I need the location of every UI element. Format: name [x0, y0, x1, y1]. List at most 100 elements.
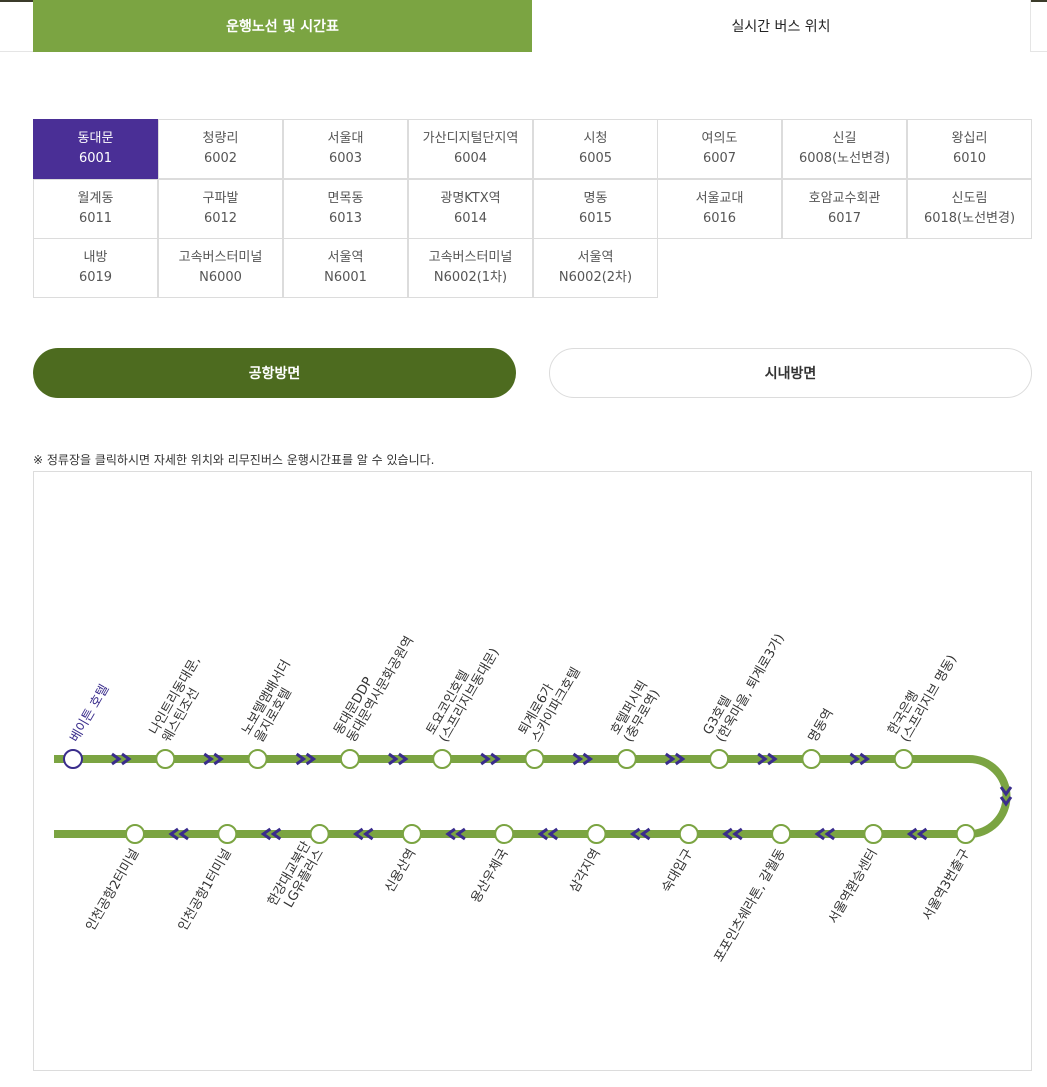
stop-label[interactable]: 신용산역	[382, 847, 419, 896]
route-cell[interactable]: 서울대 6003	[283, 119, 408, 179]
route-cell[interactable]: 광명KTX역 6014	[408, 179, 533, 239]
airport-direction-button[interactable]: 공항방면	[33, 348, 516, 398]
route-code: 6007	[702, 151, 737, 166]
route-name: 명동	[583, 191, 608, 206]
route-cell[interactable]: 가산디지털단지역 6004	[408, 119, 533, 179]
stop-label-line: (한옥마을, 퇴계로3가)	[714, 632, 788, 745]
tab-schedule[interactable]: 운행노선 및 시간표	[33, 0, 532, 52]
stop-label[interactable]: 명동역	[806, 706, 837, 745]
stop-marker[interactable]	[309, 824, 330, 844]
route-cell[interactable]: 고속버스터미널 N6000	[158, 238, 283, 298]
current-stop-marker[interactable]	[63, 749, 83, 769]
route-code: 6012	[203, 211, 238, 226]
route-name: 광명KTX역	[440, 191, 501, 206]
stop-marker[interactable]	[616, 749, 637, 769]
stop-label[interactable]: 토요코인호텔(스프리지브동대문)	[424, 638, 503, 745]
stop-marker[interactable]	[155, 749, 176, 769]
tab-bar: 운행노선 및 시간표 실시간 버스 위치	[0, 0, 1047, 52]
stop-label[interactable]: 한국은행(스프리지브 명동)	[884, 645, 960, 745]
info-note: ※ 정류장을 클릭하시면 자세한 위치와 리무진버스 운행시간표를 알 수 있습…	[33, 453, 435, 467]
route-code: 6018(노선변경)	[923, 211, 1016, 226]
route-code: 6010	[952, 151, 987, 166]
route-name: 고속버스터미널	[428, 250, 513, 265]
stop-marker[interactable]	[125, 824, 145, 844]
stop-marker[interactable]	[709, 749, 730, 769]
stop-marker[interactable]	[524, 749, 545, 769]
stop-marker[interactable]	[801, 749, 822, 769]
stop-marker[interactable]	[678, 824, 699, 844]
route-cell[interactable]: 신도림 6018(노선변경)	[907, 179, 1032, 239]
stop-label[interactable]: 인천공항2터미널	[83, 847, 142, 934]
route-cell[interactable]: 면목동 6013	[283, 179, 408, 239]
stop-label[interactable]: 포포인츠쉐라톤, 갈월동	[712, 846, 789, 964]
route-name: 신도림	[951, 191, 988, 206]
route-code: 6005	[578, 151, 613, 166]
stop-label-line: 숙대입구	[659, 846, 696, 895]
stop-label-line: 신용산역	[382, 847, 419, 896]
route-cell[interactable]: 서울교대 6016	[657, 179, 782, 239]
stop-label[interactable]: 노보텔앰배서더을지로호텔	[239, 657, 307, 745]
route-cell[interactable]: 내방 6019	[33, 238, 158, 298]
route-code: 6017	[827, 211, 862, 226]
stop-marker[interactable]	[586, 824, 607, 844]
route-name: 서울역	[577, 250, 614, 265]
route-name: 면목동	[327, 191, 364, 206]
route-code: 6008(노선변경)	[798, 151, 891, 166]
route-cell[interactable]: 청량리 6002	[158, 119, 283, 179]
stop-marker[interactable]	[893, 749, 914, 769]
route-name: 동대문	[77, 131, 114, 146]
stop-marker[interactable]	[247, 749, 268, 769]
route-cell[interactable]: 왕십리 6010	[907, 119, 1032, 179]
route-cell[interactable]: 호암교수회관 6017	[782, 179, 907, 239]
stop-label[interactable]: 한강대교북단LG유플러스	[265, 839, 327, 916]
route-cell[interactable]: 신길 6008(노선변경)	[782, 119, 907, 179]
route-name: 왕십리	[951, 131, 988, 146]
route-cell[interactable]: 여의도 6007	[657, 119, 782, 179]
stop-marker[interactable]	[432, 749, 453, 769]
route-cell[interactable]: 시청 6005	[533, 119, 658, 179]
stop-marker[interactable]	[217, 824, 238, 844]
route-code: N6002(1차)	[433, 270, 508, 285]
stop-label[interactable]: G3호텔(한옥마을, 퇴계로3가)	[701, 624, 788, 745]
stop-label[interactable]: 베이튼 호텔	[67, 682, 112, 745]
route-code: 6014	[453, 211, 488, 226]
stop-marker[interactable]	[771, 824, 792, 844]
route-cell[interactable]: 서울역 N6002(2차)	[533, 238, 658, 298]
route-cell[interactable]: 월계동 6011	[33, 179, 158, 239]
stop-label[interactable]: 서울역3번출구	[920, 846, 973, 923]
stop-label[interactable]: 숙대입구	[659, 846, 696, 895]
stop-marker[interactable]	[955, 824, 976, 844]
route-cell[interactable]: 명동 6015	[533, 179, 658, 239]
stop-label-line: 포포인츠쉐라톤, 갈월동	[712, 846, 789, 964]
stop-label[interactable]: 동대문DDP동대문역사문화공원역	[331, 626, 417, 745]
tab-realtime[interactable]: 실시간 버스 위치	[532, 0, 1031, 52]
stop-label[interactable]: 삼각지역	[567, 847, 604, 896]
stop-marker[interactable]	[494, 824, 515, 844]
stop-label-line: 인천공항1터미널	[176, 847, 235, 934]
route-name: 시청	[583, 131, 608, 146]
route-cell[interactable]: 구파발 6012	[158, 179, 283, 239]
route-name: 월계동	[77, 191, 114, 206]
stop-marker[interactable]	[401, 824, 422, 844]
route-name: 고속버스터미널	[178, 250, 263, 265]
stop-label-line: 삼각지역	[567, 847, 604, 896]
stop-label[interactable]: 호텔퍼시픽(충무로역)	[608, 678, 664, 745]
stop-label[interactable]: 퇴계로6가스카이파크호텔	[516, 657, 584, 745]
route-cell[interactable]: 동대문 6001	[33, 119, 158, 179]
stop-label[interactable]: 인천공항1터미널	[176, 847, 235, 934]
route-cell[interactable]: 서울역 N6001	[283, 238, 408, 298]
stop-label[interactable]: 서울역환승센터	[826, 847, 881, 927]
route-name: 서울대	[327, 131, 364, 146]
city-direction-button[interactable]: 시내방면	[549, 348, 1032, 398]
stop-label-line: 서울역3번출구	[920, 846, 973, 923]
stop-label-line: 인천공항2터미널	[83, 847, 142, 934]
stop-label[interactable]: 나인트리동대문,웨스틴조선	[147, 654, 217, 745]
route-code: 6001	[78, 151, 113, 166]
stop-marker[interactable]	[863, 824, 884, 844]
route-cell[interactable]: 고속버스터미널 N6002(1차)	[408, 238, 533, 298]
route-map: 베이튼 호텔 나인트리동대문,웨스틴조선 노보텔앰배서더을지로호텔 동대문DDP동대문…	[33, 471, 1032, 1071]
route-name: 구파발	[202, 191, 239, 206]
stop-marker[interactable]	[339, 749, 360, 769]
route-code: N6002(2차)	[558, 270, 633, 285]
stop-label[interactable]: 용산우체국	[469, 846, 512, 905]
